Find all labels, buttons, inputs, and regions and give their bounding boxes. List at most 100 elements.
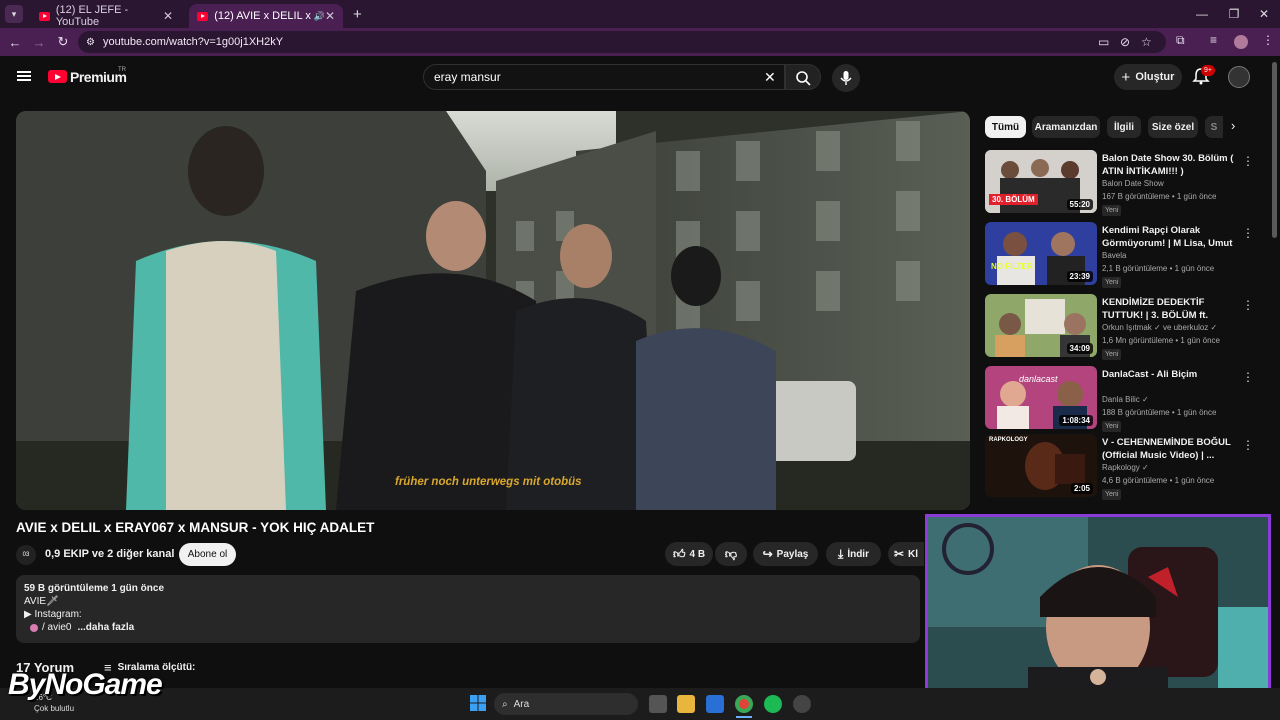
recommendation-channel[interactable]: Danla Bilic ✓: [1102, 395, 1149, 404]
instagram-icon: [30, 623, 38, 632]
menu-icon[interactable]: [17, 71, 31, 81]
more-actions-icon[interactable]: ⋮: [1242, 298, 1254, 312]
back-arrow-icon[interactable]: ←: [3, 35, 27, 50]
task-view-icon[interactable]: [649, 695, 667, 713]
reading-list-icon[interactable]: ≡: [1210, 33, 1217, 47]
browser-menu-icon[interactable]: ⋮: [1262, 33, 1274, 47]
close-tab-icon[interactable]: ✕: [325, 9, 335, 23]
plus-icon: +: [1121, 68, 1131, 86]
minimize-button[interactable]: —: [1186, 0, 1218, 28]
profile-avatar[interactable]: [1234, 35, 1248, 49]
chip-for-you[interactable]: Size özel: [1148, 116, 1198, 138]
recommendation-title[interactable]: DanlaCast - Ali Biçim: [1102, 368, 1237, 381]
share-button[interactable]: ↪ Paylaş: [753, 542, 818, 566]
channel-name[interactable]: 0,9 EKIP ve 2 diğer kanal: [45, 548, 174, 560]
recommendation-item[interactable]: danlacast 1:08:34 DanlaCast - Ali Biçim …: [985, 366, 1255, 432]
windows-start-icon[interactable]: [470, 695, 486, 711]
more-actions-icon[interactable]: ⋮: [1242, 226, 1254, 240]
search-icon: ⌕: [502, 698, 508, 710]
bookmark-star-icon[interactable]: ☆: [1141, 35, 1152, 49]
dislike-button[interactable]: 👎︎: [715, 542, 747, 566]
recommendation-views: 2,1 B görüntüleme • 1 gün önce: [1102, 264, 1215, 273]
description-line: / avie0 ...daha fazla: [24, 621, 912, 634]
recommendation-channel[interactable]: Bavela: [1102, 251, 1126, 260]
chip-more[interactable]: S: [1205, 116, 1223, 138]
reload-icon[interactable]: ↻: [51, 34, 75, 50]
close-window-button[interactable]: ✕: [1248, 0, 1280, 28]
site-info-icon[interactable]: ⚙: [86, 37, 95, 48]
video-thumbnail[interactable]: danlacast 1:08:34: [985, 366, 1097, 429]
browser-tab-2[interactable]: (12) AVIE x DELIL x ERAY067 🔊 ✕: [189, 4, 343, 28]
video-thumbnail[interactable]: RAPKOLOGY 2:05: [985, 434, 1097, 497]
recommendation-item[interactable]: NO FILTER 23:39 Kendimi Rapçi Olarak Gör…: [985, 222, 1255, 288]
youtube-favicon-icon: [39, 11, 50, 21]
close-tab-icon[interactable]: ✕: [163, 9, 173, 23]
more-actions-icon[interactable]: ⋮: [1242, 438, 1254, 452]
video-title: AVIE x DELIL x ERAY067 x MANSUR - YOK HI…: [16, 520, 375, 535]
forward-arrow-icon[interactable]: →: [27, 35, 51, 50]
recommendation-views: 4,6 B görüntüleme • 1 gün önce: [1102, 476, 1215, 485]
chip-related[interactable]: İlgili: [1107, 116, 1141, 138]
account-avatar[interactable]: [1228, 66, 1250, 88]
show-more-link[interactable]: ...daha fazla: [77, 621, 134, 634]
download-icon: ⤓: [838, 546, 844, 561]
url-text: youtube.com/watch?v=1g00j1XH2kY: [102, 36, 284, 48]
file-explorer-icon[interactable]: [677, 695, 695, 713]
recommendation-item[interactable]: 34:09 KENDİMİZE DEDEKTİF TUTTUK! | 3. BÖ…: [985, 294, 1255, 360]
chips-next-arrow-icon[interactable]: ›: [1231, 118, 1235, 133]
recommendation-title[interactable]: KENDİMİZE DEDEKTİF TUTTUK! | 3. BÖLÜM ft…: [1102, 296, 1237, 322]
description-box[interactable]: 59 B görüntüleme 1 gün önce AVIE🗡 ▶ Inst…: [16, 575, 920, 643]
recommendation-item[interactable]: 30. BÖLÜM 55:20 Balon Date Show 30. Bölü…: [985, 150, 1255, 216]
chrome-icon[interactable]: [735, 695, 753, 713]
windows-taskbar: 16°C Çok bulutlu ⌕ Ara: [0, 688, 1280, 720]
more-actions-icon[interactable]: ⋮: [1242, 370, 1254, 384]
subscribe-button[interactable]: Abone ol: [179, 543, 236, 566]
youtube-logo-icon[interactable]: [48, 70, 67, 83]
recommendation-channel[interactable]: Orkun Işıtmak ✓ ve uberkuloz ✓: [1102, 323, 1217, 332]
hide-icon[interactable]: ⊘: [1120, 35, 1130, 49]
spotify-icon[interactable]: [764, 695, 782, 713]
video-player[interactable]: [16, 111, 970, 510]
maximize-button[interactable]: ❐: [1218, 0, 1250, 28]
description-line: ▶ Instagram:: [24, 609, 82, 620]
search-input[interactable]: eray mansur ✕: [423, 64, 785, 90]
download-button[interactable]: ⤓ İndir: [826, 542, 881, 566]
recommendation-item[interactable]: RAPKOLOGY 2:05 V - CEHENNEMİNDE BOĞUL (O…: [985, 434, 1255, 500]
recommendation-title[interactable]: Balon Date Show 30. Bölüm ( ATIN İNTİKAM…: [1102, 152, 1237, 178]
channel-avatar[interactable]: 03: [16, 545, 36, 565]
audio-playing-icon[interactable]: 🔊: [314, 11, 325, 22]
tab-search-button[interactable]: ▾: [5, 5, 23, 23]
recommendation-title[interactable]: Kendimi Rapçi Olarak Görmüyorum! | M Lis…: [1102, 224, 1237, 250]
chip-all[interactable]: Tümü: [985, 116, 1026, 138]
voice-search-button[interactable]: [832, 64, 860, 92]
app-icon[interactable]: [793, 695, 811, 713]
taskbar-search-box[interactable]: ⌕ Ara: [494, 693, 638, 715]
clip-button[interactable]: ✂ Kl: [888, 542, 924, 566]
video-thumbnail[interactable]: 34:09: [985, 294, 1097, 357]
region-label: TR: [118, 67, 126, 73]
new-badge: Yeni: [1102, 489, 1122, 500]
like-button[interactable]: 👍︎ 4 B: [665, 542, 713, 566]
store-icon[interactable]: [706, 695, 724, 713]
more-actions-icon[interactable]: ⋮: [1242, 154, 1254, 168]
video-subtitle: früher noch unterwegs mit otobüs: [395, 476, 582, 488]
youtube-favicon-icon: [197, 11, 209, 21]
cast-icon[interactable]: ▭: [1098, 35, 1109, 49]
video-thumbnail[interactable]: 30. BÖLÜM 55:20: [985, 150, 1097, 213]
recommendation-channel[interactable]: Balon Date Show: [1102, 179, 1164, 188]
new-tab-button[interactable]: +: [353, 6, 362, 23]
create-button[interactable]: + Oluştur: [1114, 64, 1182, 90]
active-app-indicator: [736, 716, 752, 718]
chip-from-search[interactable]: Aramanızdan: [1032, 116, 1100, 138]
address-bar[interactable]: ⚙ youtube.com/watch?v=1g00j1XH2kY ▭ ⊘ ☆: [78, 31, 1166, 53]
browser-tab-1[interactable]: (12) EL JEFE - YouTube ✕: [31, 4, 181, 28]
new-badge: Yeni: [1102, 349, 1122, 360]
recommendation-title[interactable]: V - CEHENNEMİNDE BOĞUL (Official Music V…: [1102, 436, 1237, 462]
page-scrollbar[interactable]: [1272, 62, 1277, 238]
weather-text[interactable]: Çok bulutlu: [34, 704, 74, 713]
search-button[interactable]: [785, 64, 821, 90]
recommendation-channel[interactable]: Rapkology ✓: [1102, 463, 1149, 472]
clear-search-icon[interactable]: ✕: [764, 65, 776, 89]
video-thumbnail[interactable]: NO FILTER 23:39: [985, 222, 1097, 285]
extensions-icon[interactable]: ⧉: [1176, 33, 1185, 48]
